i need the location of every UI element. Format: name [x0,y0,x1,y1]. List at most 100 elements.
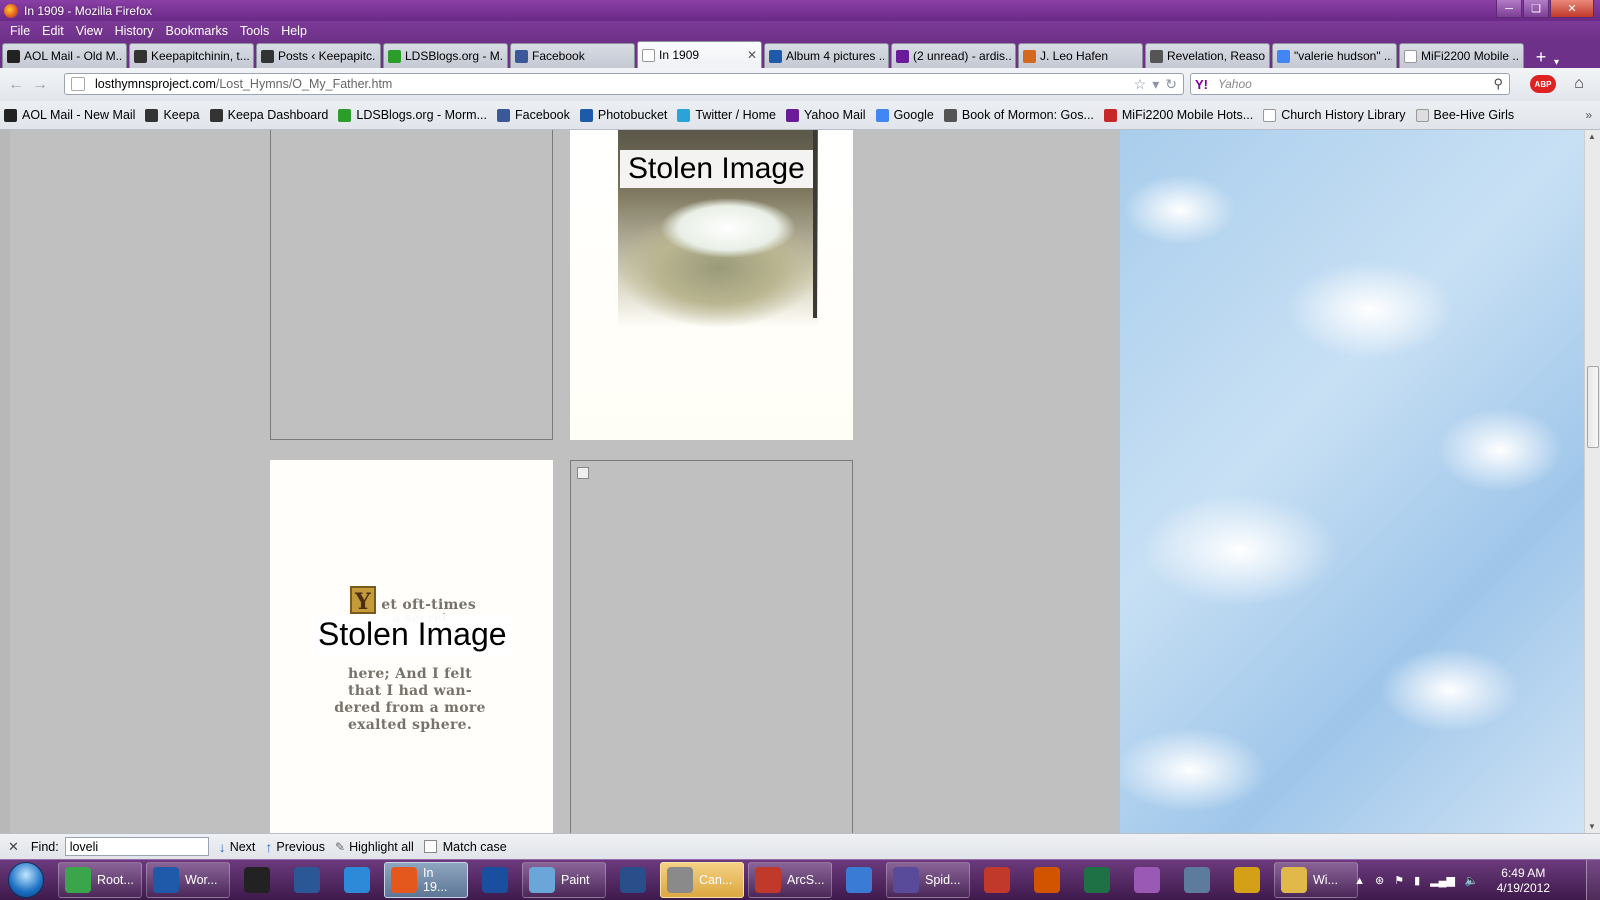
taskbar-item-1[interactable]: Wor... [146,862,230,898]
taskbar-item-12[interactable]: Spid... [886,862,970,898]
taskbar-item-3[interactable] [284,862,330,898]
history-dropdown-icon[interactable]: ▾ [1152,76,1159,93]
more-bookmarks-chevron-icon[interactable]: » [1585,108,1592,122]
bookmark-label: AOL Mail - New Mail [22,108,136,122]
bookmark-11[interactable]: Church History Library [1263,108,1406,122]
clock[interactable]: 6:49 AM 4/19/2012 [1497,866,1550,896]
bookmark-0[interactable]: AOL Mail - New Mail [4,108,135,122]
vertical-scrollbar[interactable]: ▲ ▼ [1584,130,1600,833]
search-input[interactable]: Y! Yahoo ⚲ [1190,73,1510,95]
tab-11[interactable]: MiFi2200 Mobile ... [1399,43,1524,68]
menu-history[interactable]: History [109,24,160,38]
taskbar-item-11[interactable] [836,862,882,898]
taskbar-item-13[interactable] [974,862,1020,898]
highlight-all-button[interactable]: ✎ Highlight all [335,840,414,854]
volume-icon[interactable]: 🔈 [1465,874,1479,887]
scroll-up-arrow-icon[interactable]: ▲ [1588,132,1596,141]
tab-8[interactable]: J. Leo Hafen [1018,43,1143,68]
keepa-icon [145,108,159,122]
taskbar-item-6[interactable] [472,862,518,898]
taskbar-item-9[interactable]: Can... [660,862,744,898]
back-arrow-icon[interactable]: ← [4,74,28,96]
tab-9[interactable]: Revelation, Reaso... [1145,43,1270,68]
new-tab-button[interactable]: + [1530,46,1552,68]
bookmark-10[interactable]: MiFi2200 Mobile Hots... [1103,108,1254,122]
taskbar-item-18[interactable] [1224,862,1270,898]
taskbar-item-15[interactable] [1074,862,1120,898]
tab-6[interactable]: Album 4 pictures ... [764,43,889,68]
bookmark-1[interactable]: Keepa [145,108,200,122]
find-previous-button[interactable]: ↑ Previous [265,839,325,855]
taskbar-item-5[interactable]: In 19... [384,862,468,898]
find-input[interactable] [64,837,209,856]
taskbar-item-2[interactable] [234,862,280,898]
taskbar-item-4[interactable] [334,862,380,898]
show-desktop-button[interactable] [1586,860,1600,900]
taskbar-item-10[interactable]: ArcS... [748,862,832,898]
restore-button[interactable]: ❏ [1523,0,1549,18]
taskbar-item-0[interactable]: Root... [58,862,142,898]
taskbar-item-17[interactable] [1174,862,1220,898]
tab-2[interactable]: Posts ‹ Keepapitc... [256,43,381,68]
minimize-button[interactable]: ─ [1496,0,1522,18]
window-title: In 1909 - Mozilla Firefox [24,3,153,18]
tab-1[interactable]: Keepapitchinin, t... [129,43,254,68]
taskbar-item-7[interactable]: Paint [522,862,606,898]
bookmark-6[interactable]: Twitter / Home [677,108,776,122]
tab-7[interactable]: (2 unread) - ardis... [891,43,1016,68]
flag-icon[interactable]: ⚑ [1394,874,1404,887]
menu-tools[interactable]: Tools [234,24,275,38]
scroll-down-arrow-icon[interactable]: ▼ [1588,822,1596,831]
url-bar[interactable]: losthymnsproject.com/Lost_Hymns/O_My_Fat… [64,73,1184,95]
taskbar-item-19[interactable]: Wi... [1274,862,1358,898]
taskbar-item-14[interactable] [1024,862,1070,898]
power-icon[interactable]: ▮ [1414,874,1420,887]
menu-view[interactable]: View [70,24,109,38]
adblock-icon[interactable]: ABP [1530,75,1556,93]
reload-icon[interactable]: ↻ [1165,76,1177,93]
tab-label: Revelation, Reaso... [1167,49,1265,63]
start-button[interactable] [8,862,44,898]
find-next-button[interactable]: ↓ Next [219,839,256,855]
bookmark-label: MiFi2200 Mobile Hots... [1121,108,1254,122]
taskbar-item-16[interactable] [1124,862,1170,898]
home-icon[interactable]: ⌂ [1568,74,1590,94]
bookmark-12[interactable]: Bee-Hive Girls [1415,108,1514,122]
match-case-checkbox[interactable]: Match case [423,840,507,854]
close-button[interactable]: ✕ [1550,0,1594,18]
list-all-tabs-icon[interactable]: ▾ [1554,57,1568,68]
menu-help[interactable]: Help [275,24,313,38]
magnifier-icon[interactable]: ⚲ [1493,76,1503,92]
network-icon[interactable]: ⊛ [1375,874,1384,887]
folder-icon [1281,867,1307,893]
bookmark-9[interactable]: Book of Mormon: Gos... [943,108,1094,122]
tab-10[interactable]: "valerie hudson" ... [1272,43,1397,68]
tab-label: J. Leo Hafen [1040,49,1109,63]
sun-icon [1234,867,1260,893]
bookmark-3[interactable]: LDSBlogs.org - Morm... [338,108,487,122]
site-identity-icon[interactable] [71,77,85,91]
menu-file[interactable]: File [4,24,36,38]
bookmark-star-icon[interactable]: ☆ [1134,76,1147,93]
forward-arrow-icon[interactable]: → [28,74,52,96]
signal-icon[interactable]: ▂▄▆ [1430,874,1455,887]
tab-close-icon[interactable]: ✕ [747,48,757,62]
bookmark-2[interactable]: Keepa Dashboard [209,108,329,122]
show-hidden-icons-icon[interactable]: ▲ [1354,875,1365,887]
bookmark-5[interactable]: Photobucket [579,108,667,122]
tab-5[interactable]: In 1909 ✕ [637,41,762,68]
menu-bookmarks[interactable]: Bookmarks [159,24,234,38]
menu-edit[interactable]: Edit [36,24,70,38]
taskbar-item-8[interactable] [610,862,656,898]
url-domain: losthymnsproject.com [95,77,216,91]
tab-0[interactable]: AOL Mail - Old M... [2,43,127,68]
bookmark-label: Keepa Dashboard [227,108,329,122]
scroll-thumb[interactable] [1587,366,1599,448]
find-close-icon[interactable]: ✕ [8,839,19,855]
bookmark-4[interactable]: Facebook [496,108,570,122]
bookmark-8[interactable]: Google [875,108,934,122]
bookmark-7[interactable]: Yahoo Mail [785,108,866,122]
tab-3[interactable]: LDSBlogs.org - M... [383,43,508,68]
yahoo-search-engine-icon[interactable]: Y! [1195,77,1208,92]
tab-4[interactable]: Facebook [510,43,635,68]
